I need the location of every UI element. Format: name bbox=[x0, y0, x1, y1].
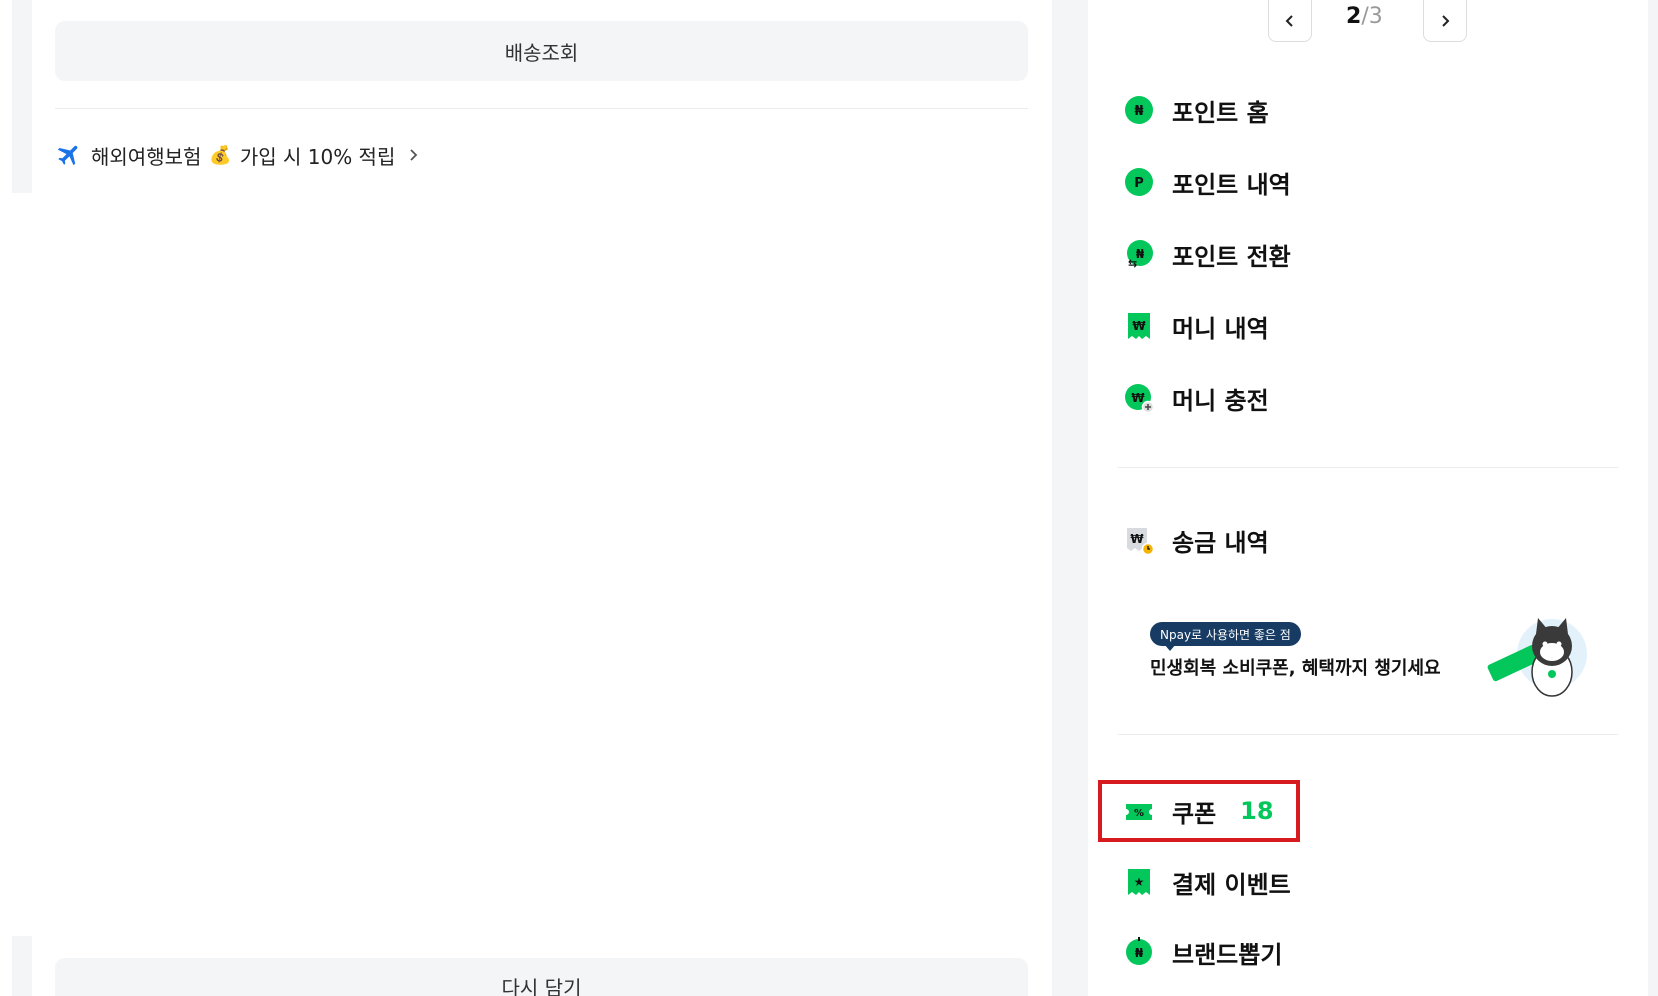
svg-text:₩: ₩ bbox=[1131, 391, 1145, 405]
menu-item-point-exchange[interactable]: ₦ ⇆ 포인트 전환 bbox=[1124, 234, 1291, 274]
point-exchange-icon: ₦ ⇆ bbox=[1127, 240, 1153, 269]
menu-item-transfer-history[interactable]: ₩ 송금 내역 bbox=[1124, 520, 1269, 560]
left-gutter-bottom bbox=[12, 936, 32, 996]
menu-item-brand-draw[interactable]: ₦ 브랜드뽑기 bbox=[1124, 932, 1282, 972]
menu-label: 브랜드뽑기 bbox=[1172, 940, 1283, 969]
chevron-right-icon bbox=[410, 149, 418, 161]
npay-benefit-banner[interactable]: Npay로 사용하면 좋은 점 민생회복 소비쿠폰, 혜택까지 챙기세요 bbox=[1150, 614, 1590, 724]
pager-indicator: 2/3 bbox=[1346, 4, 1383, 29]
promo-text-before: 해외여행보험 bbox=[91, 144, 202, 169]
menu-item-payment-event[interactable]: ★ 결제 이벤트 bbox=[1124, 862, 1291, 902]
money-receipt-icon: ₩ bbox=[1128, 313, 1150, 339]
promo-text-after: 가입 시 10% 적립 bbox=[239, 144, 396, 169]
recart-button[interactable]: 다시 담기 bbox=[55, 958, 1028, 996]
airplane-icon bbox=[57, 145, 78, 166]
menu-item-point-home[interactable]: ₦ 포인트 홈 bbox=[1124, 90, 1269, 130]
menu-divider bbox=[1118, 734, 1618, 735]
banner-tag-tail bbox=[1164, 644, 1176, 651]
menu-divider bbox=[1118, 467, 1618, 468]
money-bag-icon: 💰 bbox=[209, 144, 232, 166]
payment-event-icon: ★ bbox=[1128, 869, 1150, 895]
svg-text:₦: ₦ bbox=[1135, 946, 1144, 960]
chevron-left-icon bbox=[1285, 14, 1293, 27]
menu-label: 포인트 홈 bbox=[1172, 98, 1269, 127]
travel-insurance-promo-link[interactable]: 해외여행보험 💰 가입 시 10% 적립 bbox=[55, 138, 421, 172]
menu-label: 포인트 내역 bbox=[1172, 170, 1291, 199]
svg-text:₩: ₩ bbox=[1132, 319, 1146, 333]
point-p-icon: P bbox=[1125, 168, 1153, 196]
brand-draw-icon: ₦ bbox=[1126, 937, 1152, 965]
left-background bbox=[0, 0, 32, 996]
menu-item-money-charge[interactable]: ₩ 머니 충전 bbox=[1124, 378, 1269, 418]
pager-prev-button[interactable] bbox=[1268, 0, 1312, 42]
pager-next-button[interactable] bbox=[1423, 0, 1467, 42]
pager-current: 2 bbox=[1346, 4, 1362, 29]
svg-text:⇆: ⇆ bbox=[1128, 257, 1137, 269]
transfer-history-icon: ₩ bbox=[1127, 528, 1154, 555]
menu-item-money-history[interactable]: ₩ 머니 내역 bbox=[1124, 306, 1269, 346]
pager-total: 3 bbox=[1368, 4, 1383, 29]
banner-tag: Npay로 사용하면 좋은 점 bbox=[1150, 622, 1301, 646]
pager-separator: / bbox=[1361, 4, 1369, 29]
banner-text: 민생회복 소비쿠폰, 혜택까지 챙기세요 bbox=[1150, 658, 1441, 679]
right-edge-background bbox=[1648, 0, 1658, 996]
column-separator bbox=[1052, 0, 1088, 996]
menu-item-point-history[interactable]: P 포인트 내역 bbox=[1124, 162, 1291, 202]
npoint-home-icon: ₦ bbox=[1125, 96, 1153, 124]
chevron-right-icon bbox=[1442, 14, 1450, 27]
svg-text:P: P bbox=[1134, 176, 1144, 191]
menu-label: 머니 충전 bbox=[1172, 386, 1269, 415]
cat-mascot-icon bbox=[1487, 618, 1587, 697]
svg-text:★: ★ bbox=[1134, 875, 1145, 889]
svg-text:₩: ₩ bbox=[1130, 532, 1144, 546]
money-charge-icon: ₩ bbox=[1125, 384, 1154, 413]
card-divider bbox=[55, 108, 1028, 109]
svg-text:₦: ₦ bbox=[1134, 104, 1143, 119]
pager: 2/3 bbox=[1268, 0, 1468, 42]
menu-label: 결제 이벤트 bbox=[1172, 870, 1291, 899]
menu-label: 송금 내역 bbox=[1172, 528, 1269, 557]
menu-label: 포인트 전환 bbox=[1172, 242, 1291, 271]
highlight-box bbox=[1098, 780, 1300, 842]
left-gutter-top bbox=[12, 0, 32, 193]
menu-label: 머니 내역 bbox=[1172, 314, 1269, 343]
track-delivery-button[interactable]: 배송조회 bbox=[55, 21, 1028, 81]
